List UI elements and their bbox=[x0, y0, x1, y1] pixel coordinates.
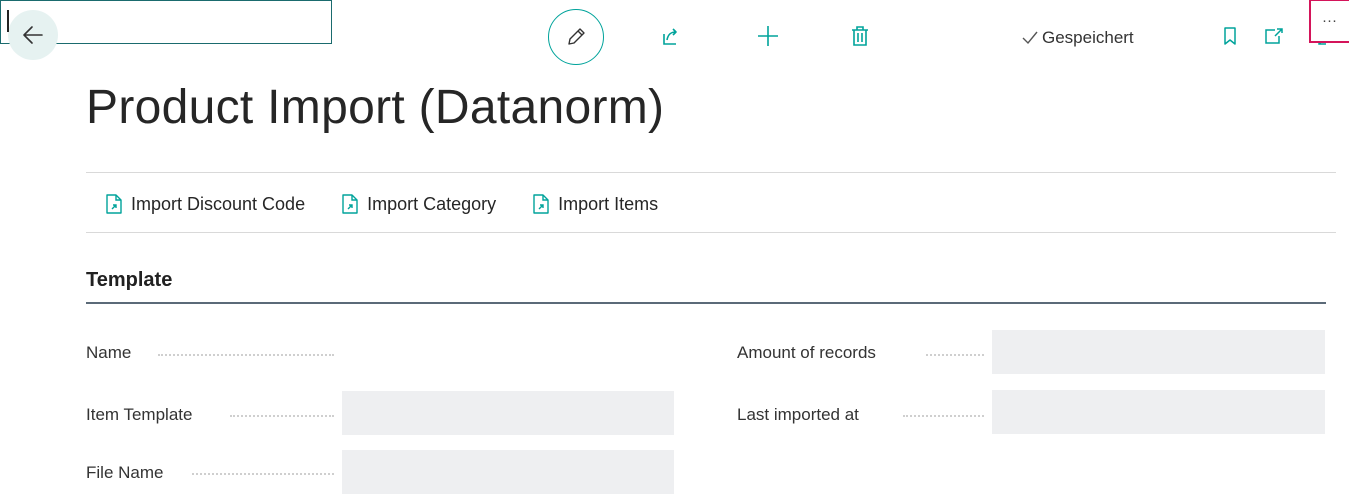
section-heading: Template bbox=[86, 269, 172, 292]
leader-dots bbox=[230, 415, 334, 417]
pencil-icon bbox=[565, 26, 587, 48]
amount-of-records-field[interactable] bbox=[992, 330, 1325, 374]
name-input[interactable] bbox=[0, 0, 299, 43]
bookmark-icon bbox=[1223, 26, 1237, 46]
open-in-new-window-button[interactable] bbox=[1260, 21, 1288, 51]
trash-icon bbox=[850, 25, 870, 47]
item-template-field[interactable] bbox=[342, 391, 674, 435]
more-icon: ··· bbox=[1322, 12, 1337, 29]
import-items-action[interactable]: Import Items bbox=[530, 193, 658, 215]
share-icon bbox=[659, 25, 681, 47]
section-rule bbox=[86, 302, 1326, 304]
check-icon bbox=[1022, 31, 1038, 45]
amount-of-records-label: Amount of records bbox=[737, 331, 876, 375]
name-field: ··· bbox=[0, 0, 332, 44]
edit-button[interactable] bbox=[548, 9, 604, 65]
page-title: Product Import (Datanorm) bbox=[86, 80, 664, 135]
document-import-icon bbox=[339, 193, 361, 215]
saved-status-label: Gespeichert bbox=[1042, 28, 1134, 48]
saved-status: Gespeichert bbox=[1022, 26, 1134, 50]
import-category-action[interactable]: Import Category bbox=[339, 193, 496, 215]
name-lookup-button[interactable]: ··· bbox=[1309, 0, 1349, 43]
actions-divider bbox=[86, 232, 1336, 233]
file-name-field[interactable] bbox=[342, 450, 674, 494]
action-bar: Import Discount Code Import Category Imp… bbox=[103, 186, 692, 222]
leader-dots bbox=[903, 415, 984, 417]
action-label: Import Items bbox=[558, 194, 658, 215]
last-imported-at-field[interactable] bbox=[992, 390, 1325, 434]
delete-button[interactable] bbox=[845, 21, 875, 51]
title-divider bbox=[86, 172, 1336, 173]
plus-icon bbox=[756, 24, 780, 48]
document-import-icon bbox=[530, 193, 552, 215]
text-cursor bbox=[7, 10, 9, 32]
bookmark-button[interactable] bbox=[1216, 21, 1244, 51]
new-button[interactable] bbox=[753, 21, 783, 51]
leader-dots bbox=[158, 354, 334, 356]
share-button[interactable] bbox=[655, 21, 685, 51]
open-in-new-window-icon bbox=[1264, 27, 1284, 45]
leader-dots bbox=[192, 473, 334, 475]
item-template-label: Item Template bbox=[86, 393, 192, 437]
name-label: Name bbox=[86, 331, 131, 375]
action-label: Import Category bbox=[367, 194, 496, 215]
document-import-icon bbox=[103, 193, 125, 215]
last-imported-at-label: Last imported at bbox=[737, 393, 859, 437]
leader-dots bbox=[926, 354, 984, 356]
import-discount-code-action[interactable]: Import Discount Code bbox=[103, 193, 305, 215]
file-name-label: File Name bbox=[86, 451, 163, 495]
action-label: Import Discount Code bbox=[131, 194, 305, 215]
